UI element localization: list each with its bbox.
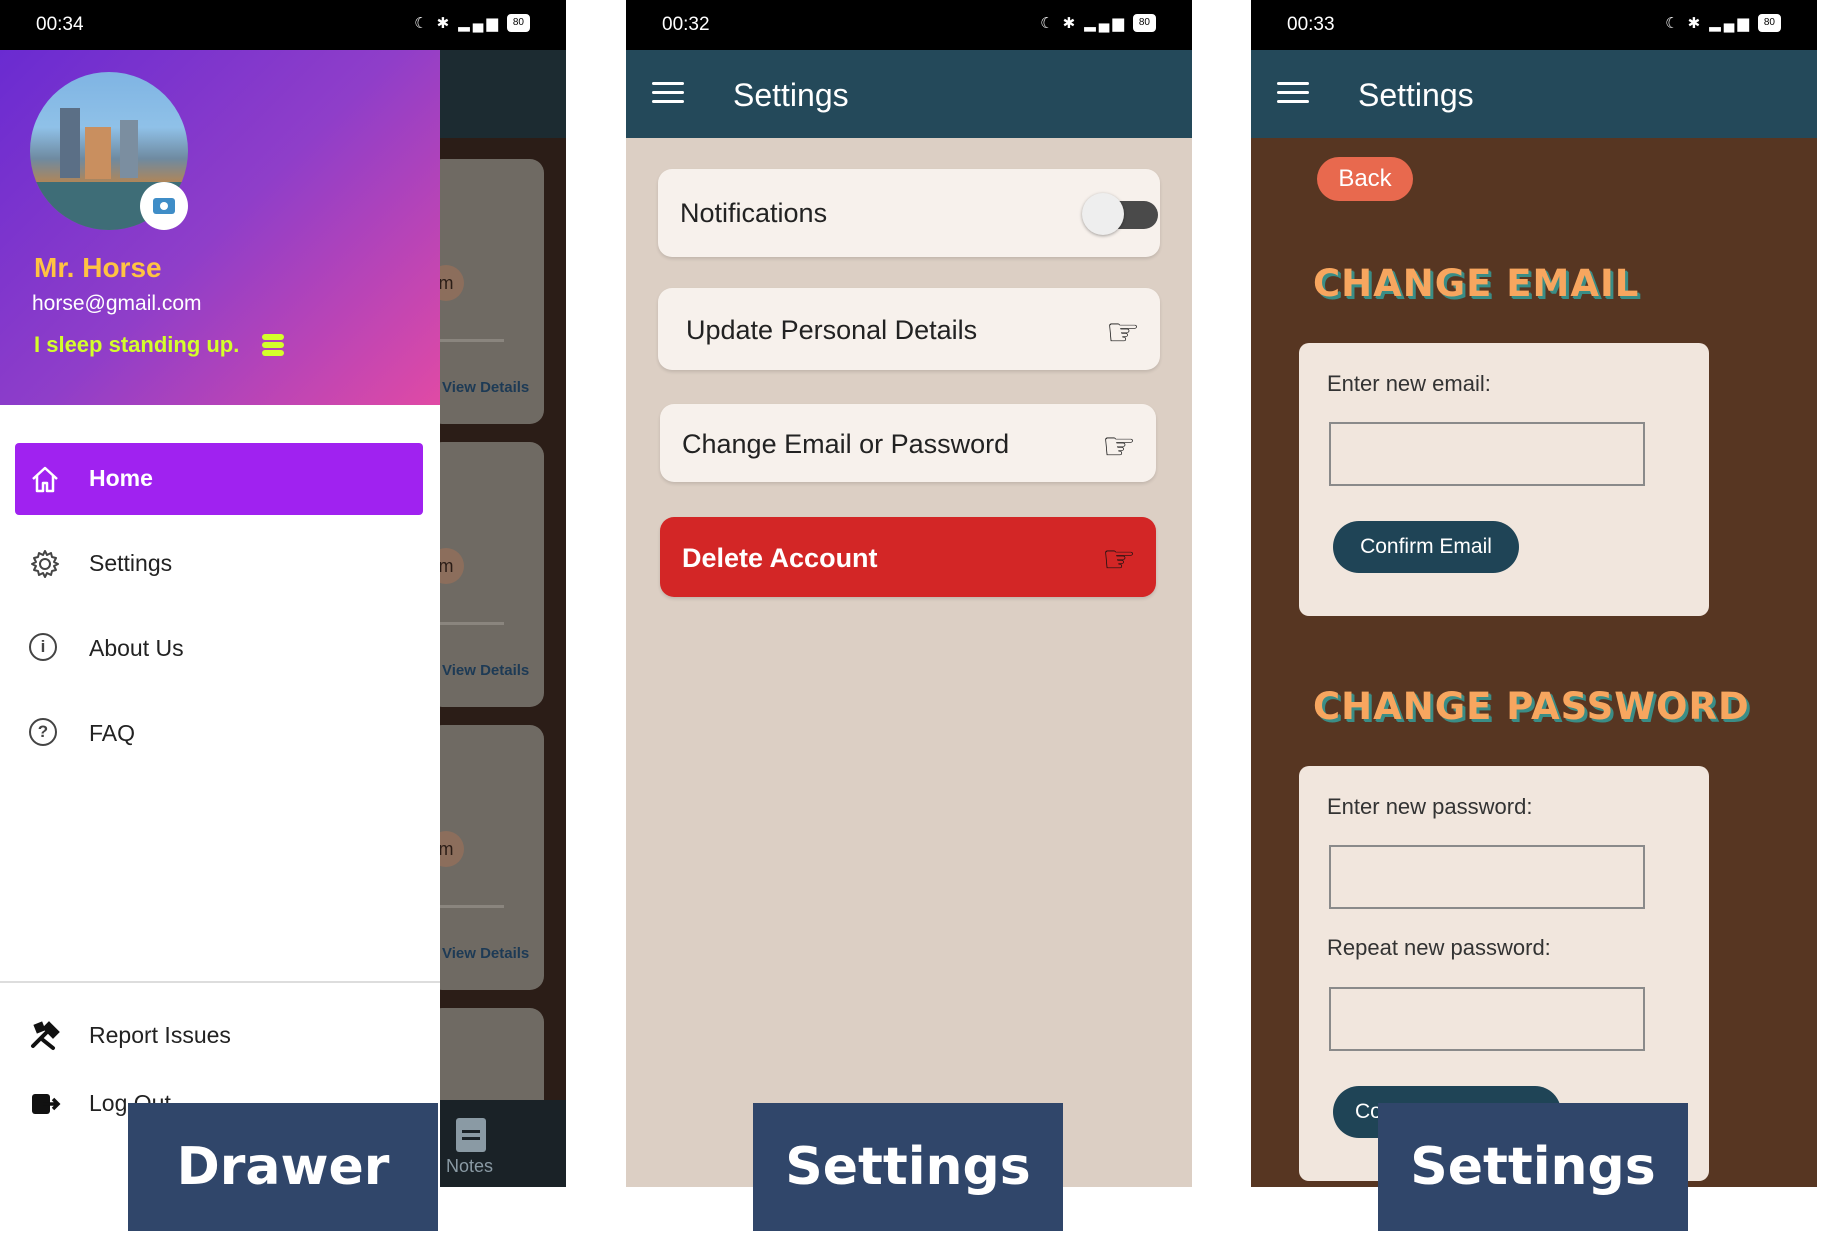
drawer-item-report-issues[interactable]: Report Issues [15,1000,423,1072]
change-email-password-button[interactable]: Change Email or Password ☞ [660,404,1156,482]
info-icon: i [29,633,61,665]
page-title: Settings [1358,77,1474,113]
background-note-card: m View Details [428,725,544,990]
status-bar: 00:33 ☾ ✱ ▂▄▆ 80 [1251,0,1817,50]
battery-icon: 80 [1757,14,1781,32]
user-name: Mr. Horse [34,252,162,283]
pointing-hand-icon: ☞ [1102,426,1137,468]
menu-icon[interactable] [652,82,684,104]
notifications-toggle[interactable] [1082,193,1158,235]
drawer-item-faq[interactable]: ? FAQ [15,698,423,770]
drawer-screen: 00:34 ☾ ✱ ▂▄▆ 80 m View Details m View D… [0,0,566,1187]
moon-icon: ☾ [1040,15,1057,32]
status-icons: ☾ ✱ ▂▄▆ 80 [1665,14,1781,32]
background-note-card: m View Details [428,159,544,424]
logout-icon [32,1094,61,1114]
repeat-password-input[interactable] [1329,987,1645,1051]
moon-icon: ☾ [1665,15,1682,32]
change-credentials-label: Change Email or Password [682,429,1010,459]
signal-icon: ▂▄▆ [458,15,501,32]
bluetooth-icon: ✱ [436,15,453,32]
repeat-password-label: Repeat new password: [1327,935,1551,960]
status-bar: 00:32 ☾ ✱ ▂▄▆ 80 [626,0,1192,50]
bottom-nav-notes[interactable]: Notes [440,1100,566,1187]
notifications-label: Notifications [680,198,828,228]
page-title: Settings [733,77,849,113]
coins-icon [262,334,286,358]
update-details-label: Update Personal Details [686,315,978,345]
drawer-header: Mr. Horse horse@gmail.com I sleep standi… [0,50,440,405]
user-bio: I sleep standing up. [34,332,240,357]
settings-caption: Settings [753,1103,1063,1231]
change-screen-caption: Settings [1378,1103,1688,1231]
settings-screen: 00:32 ☾ ✱ ▂▄▆ 80 Settings Notifications … [626,0,1192,1187]
status-time: 00:34 [36,14,84,35]
new-email-input[interactable] [1329,422,1645,486]
pointing-hand-icon: ☞ [1102,539,1137,581]
app-bar: Settings [1251,50,1817,138]
bluetooth-icon: ✱ [1062,15,1079,32]
app-bar: Settings [626,50,1192,138]
delete-account-button[interactable]: Delete Account ☞ [660,517,1156,597]
user-email: horse@gmail.com [32,292,202,315]
drawer-item-settings[interactable]: Settings [15,528,423,600]
bluetooth-icon: ✱ [1687,15,1704,32]
drawer-item-label: About Us [89,635,184,661]
view-details-link[interactable]: View Details [442,662,529,679]
gear-icon [31,550,59,578]
view-details-link[interactable]: View Details [442,945,529,962]
new-password-label: Enter new password: [1327,794,1533,819]
status-time: 00:33 [1287,14,1335,35]
battery-icon: 80 [1132,14,1156,32]
drawer-item-label: Report Issues [89,1022,231,1048]
drawer-item-label: Settings [89,550,173,576]
notifications-row: Notifications [658,169,1160,257]
status-icons: ☾ ✱ ▂▄▆ 80 [1040,14,1156,32]
drawer-item-about[interactable]: i About Us [15,613,423,685]
change-password-heading: CHANGE PASSWORD [1313,685,1750,728]
change-email-card: Enter new email: Confirm Email [1299,343,1709,616]
delete-account-label: Delete Account [682,543,878,573]
status-icons: ☾ ✱ ▂▄▆ 80 [414,14,530,32]
notes-label: Notes [446,1156,494,1176]
menu-icon[interactable] [1277,82,1309,104]
drawer-caption: Drawer [128,1103,438,1231]
navigation-drawer: Mr. Horse horse@gmail.com I sleep standi… [0,50,440,1187]
new-email-label: Enter new email: [1327,371,1491,396]
change-email-heading: CHANGE EMAIL [1313,262,1640,305]
moon-icon: ☾ [414,15,431,32]
home-icon [32,466,58,493]
change-credentials-screen: 00:33 ☾ ✱ ▂▄▆ 80 Settings Back CHANGE EM… [1251,0,1817,1187]
back-button[interactable]: Back [1317,157,1413,201]
signal-icon: ▂▄▆ [1709,15,1752,32]
pointing-hand-icon: ☞ [1106,312,1141,354]
signal-icon: ▂▄▆ [1084,15,1127,32]
view-details-link[interactable]: View Details [442,379,529,396]
new-password-input[interactable] [1329,845,1645,909]
change-photo-button[interactable] [140,182,188,230]
drawer-item-label: Home [89,465,153,491]
camera-icon [153,198,175,214]
drawer-divider [0,981,440,983]
status-time: 00:32 [662,14,710,35]
status-bar: 00:34 ☾ ✱ ▂▄▆ 80 [0,0,566,50]
question-icon: ? [29,718,61,750]
notes-icon [456,1118,486,1152]
background-note-card: m View Details [428,442,544,707]
battery-icon: 80 [506,14,530,32]
confirm-email-button[interactable]: Confirm Email [1333,521,1519,573]
drawer-item-label: FAQ [89,720,136,746]
update-details-button[interactable]: Update Personal Details ☞ [658,288,1160,370]
drawer-item-home[interactable]: Home [15,443,423,515]
tools-icon [31,1021,60,1050]
